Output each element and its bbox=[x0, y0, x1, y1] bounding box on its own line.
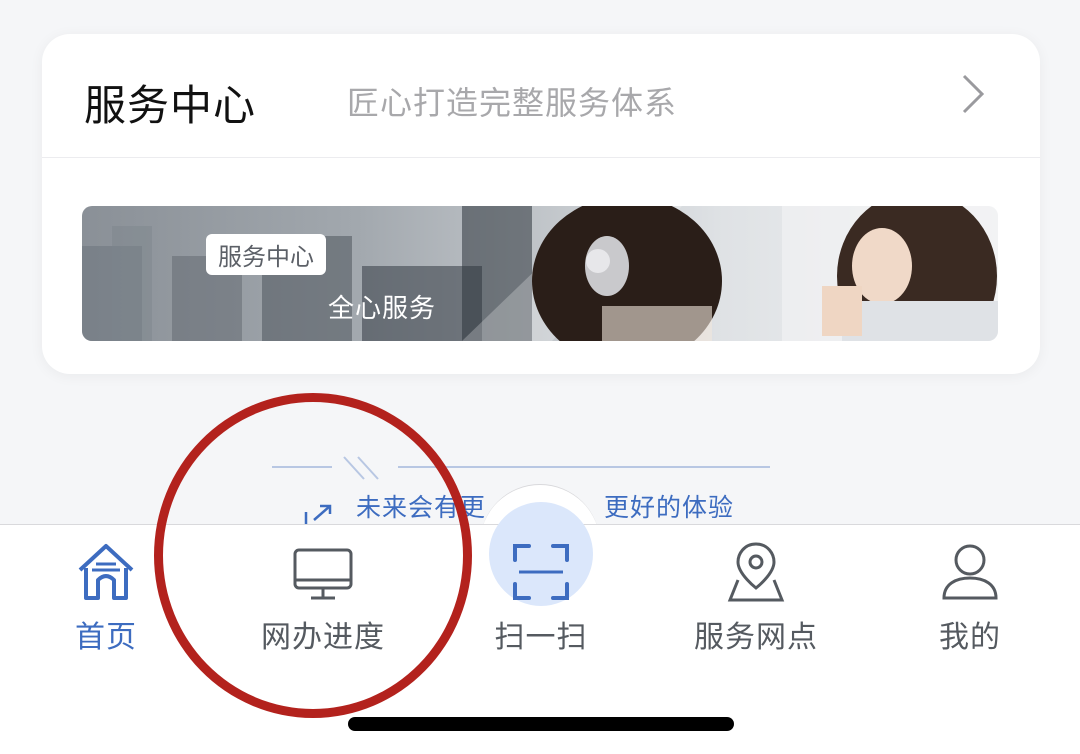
tab-progress[interactable]: 网办进度 bbox=[233, 540, 413, 656]
user-icon bbox=[942, 544, 998, 600]
tab-mine[interactable]: 我的 bbox=[880, 540, 1060, 656]
monitor-icon bbox=[293, 548, 353, 600]
tab-outlets[interactable]: 服务网点 bbox=[666, 540, 846, 656]
tab-scan[interactable]: 扫一扫 bbox=[451, 540, 631, 656]
banner-text: 全心服务 bbox=[328, 294, 437, 324]
slogan-text-right: 更好的体验 bbox=[604, 493, 735, 522]
card-subtitle: 匠心打造完整服务体系 bbox=[347, 84, 678, 122]
service-banner[interactable]: 服务中心 全心服务 bbox=[82, 206, 998, 341]
map-pin-icon bbox=[727, 542, 785, 602]
banner-tag: 服务中心 bbox=[206, 234, 326, 275]
slogan-text-left: 未来会有更 bbox=[356, 493, 487, 522]
tab-progress-label: 网办进度 bbox=[261, 620, 385, 655]
card-divider bbox=[42, 157, 1040, 158]
tab-home[interactable]: 首页 bbox=[16, 540, 196, 656]
card-title: 服务中心 bbox=[84, 81, 257, 130]
home-icon bbox=[78, 544, 134, 600]
tab-mine-label: 我的 bbox=[939, 620, 1001, 655]
slogan-decoration bbox=[272, 456, 770, 480]
home-indicator bbox=[348, 717, 734, 731]
card-header[interactable]: 服务中心 匠心打造完整服务体系 bbox=[42, 34, 1040, 158]
top-strip bbox=[0, 0, 1080, 10]
chevron-right-icon[interactable] bbox=[952, 72, 996, 116]
tab-outlets-label: 服务网点 bbox=[694, 620, 818, 655]
tab-home-label: 首页 bbox=[75, 620, 137, 655]
scan-icon bbox=[513, 544, 569, 600]
tab-scan-label: 扫一扫 bbox=[494, 620, 588, 655]
service-center-card[interactable]: 服务中心 匠心打造完整服务体系 服务中心 全心服务 bbox=[42, 34, 1040, 374]
